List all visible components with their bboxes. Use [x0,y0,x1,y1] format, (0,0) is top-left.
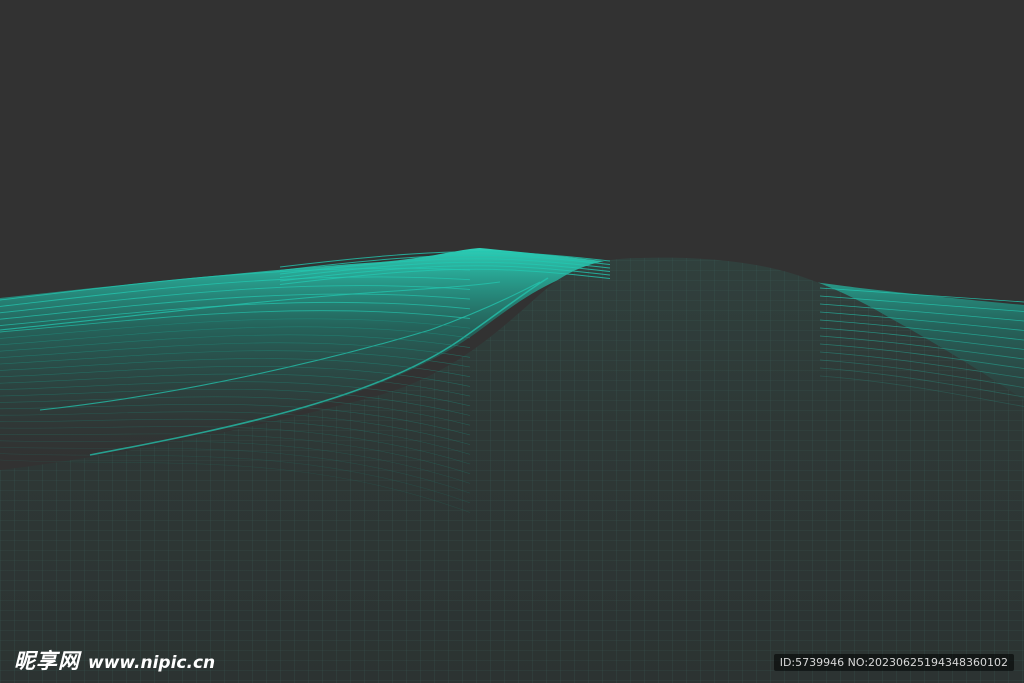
nipic-logo-watermark: 昵享网 www.nipic.cn [14,645,215,675]
site-name: 昵享网 [14,649,80,673]
wireframe-terrain-scene [0,0,1024,683]
site-url: www.nipic.cn [88,653,216,673]
image-id-label: ID:5739946 NO:20230625194348360102 [773,654,1014,671]
